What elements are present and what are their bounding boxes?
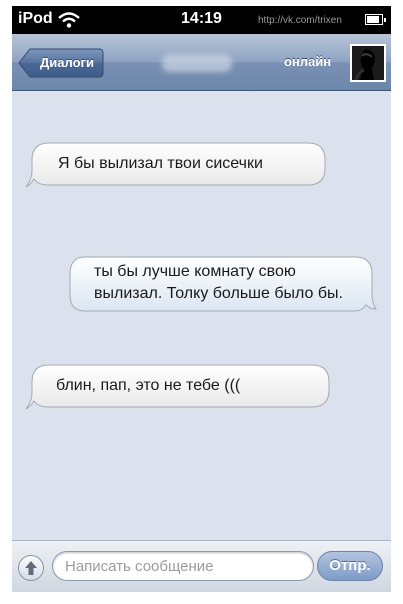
message-bubble-incoming: Я бы вылизал твои сисечки — [26, 141, 328, 189]
message-text: Я бы вылизал твои сисечки — [58, 155, 263, 172]
message-bubble-incoming: блин, пап, это не тебе ((( — [26, 363, 332, 411]
contact-avatar[interactable] — [350, 44, 386, 82]
watermark-text: http://vk.com/trixen — [258, 15, 342, 26]
message-text-line-1: ты бы лучше комнату свою — [94, 263, 296, 280]
battery-icon — [365, 14, 386, 25]
message-bubble-outgoing: ты бы лучше комнату свою вылизал. Толку … — [68, 255, 378, 313]
phone-screen: iPod 14:19 http://vk.com/trixen Диалоги … — [12, 6, 391, 592]
contact-online-status: онлайн — [284, 54, 332, 69]
message-text-line-2: вылизал. Толку больше было бы. — [94, 285, 343, 302]
message-thread[interactable]: Я бы вылизал твои сисечки ты бы лучше ко… — [12, 91, 391, 540]
status-bar: iPod 14:19 http://vk.com/trixen — [12, 6, 391, 34]
message-text: блин, пап, это не тебе ((( — [56, 377, 241, 394]
back-button-label: Диалоги — [40, 55, 94, 70]
send-button[interactable]: Отпр. — [317, 551, 383, 581]
contact-name-blurred — [162, 54, 232, 72]
message-input[interactable] — [52, 551, 314, 581]
attach-button[interactable] — [18, 555, 44, 581]
dialogs-back-button[interactable]: Диалоги — [18, 48, 104, 78]
arrow-up-icon — [25, 561, 37, 575]
compose-bar: Отпр. — [12, 540, 391, 592]
navigation-bar: Диалоги онлайн — [12, 34, 391, 91]
